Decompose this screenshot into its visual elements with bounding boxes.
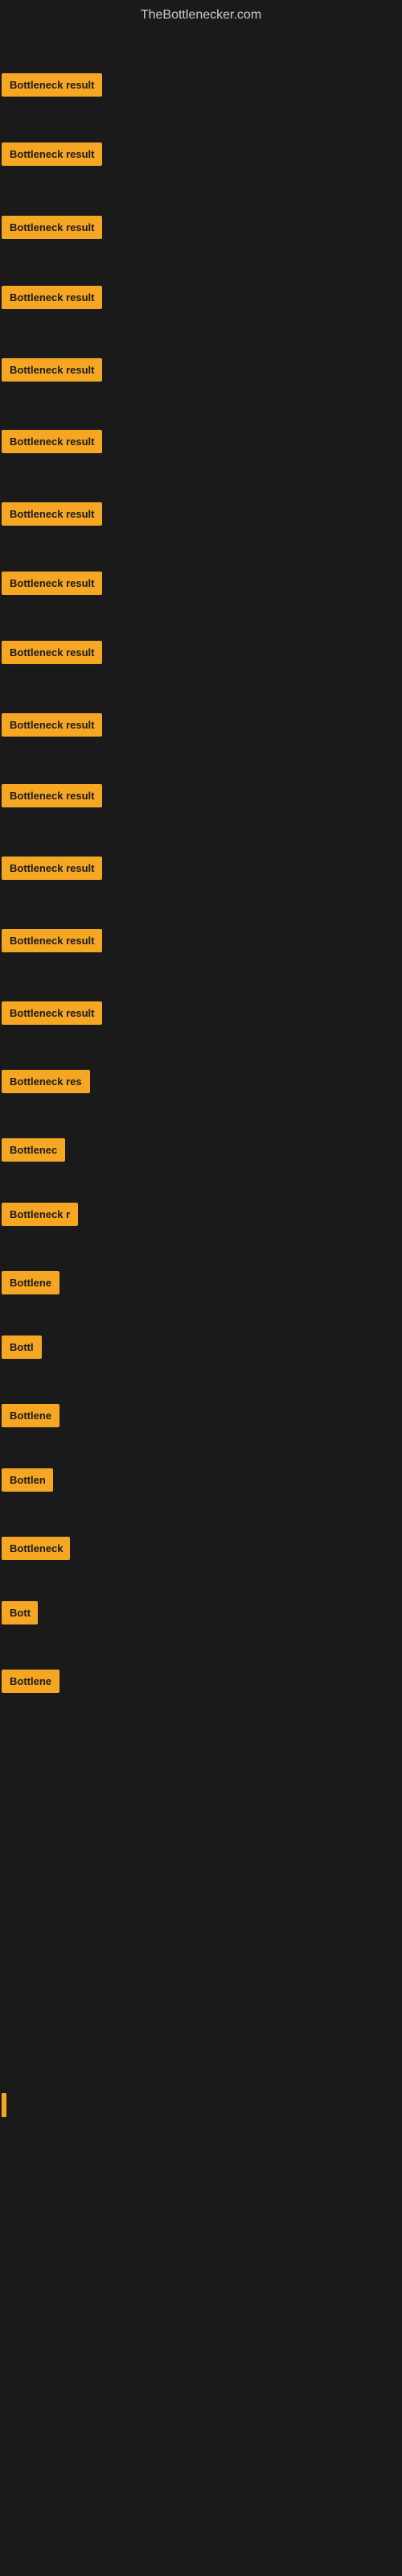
bottleneck-badge: Bottlene: [2, 1670, 59, 1693]
list-item: Bottlen: [0, 1468, 402, 1496]
list-item: Bottlene: [0, 1404, 402, 1431]
bottleneck-badge: Bottleneck result: [2, 286, 102, 309]
bottleneck-badge: Bottleneck result: [2, 430, 102, 453]
bottleneck-badge: Bottleneck result: [2, 1001, 102, 1025]
bottleneck-badge: Bottleneck result: [2, 641, 102, 664]
list-item: Bottleneck result: [0, 857, 402, 884]
list-item: Bottl: [0, 1335, 402, 1363]
list-item: Bottleneck result: [0, 784, 402, 811]
list-item: Bottleneck result: [0, 286, 402, 313]
list-item: Bottlenec: [0, 1138, 402, 1166]
bottleneck-badge: Bott: [2, 1601, 38, 1624]
bottleneck-badge: Bottleneck result: [2, 572, 102, 595]
list-item: Bottleneck result: [0, 572, 402, 599]
bottleneck-badge: Bottlene: [2, 1404, 59, 1427]
list-item: Bottleneck result: [0, 358, 402, 386]
bottleneck-badge: Bottleneck result: [2, 784, 102, 807]
bottleneck-badge: Bottlen: [2, 1468, 53, 1492]
bottleneck-badge: Bottleneck result: [2, 713, 102, 737]
list-item: Bottleneck result: [0, 73, 402, 101]
list-item: Bott: [0, 1601, 402, 1629]
list-item: Bottleneck result: [0, 216, 402, 243]
list-item: Bottleneck: [0, 1537, 402, 1564]
bottleneck-badge: Bottleneck result: [2, 73, 102, 97]
page-container: TheBottlenecker.com Bottleneck result Bot…: [0, 0, 402, 2576]
bottleneck-badge: Bottlene: [2, 1271, 59, 1294]
list-item: Bottleneck result: [0, 502, 402, 530]
bottleneck-badge: Bottleneck result: [2, 358, 102, 382]
list-item: Bottleneck res: [0, 1070, 402, 1097]
bottleneck-badge: Bottleneck result: [2, 216, 102, 239]
bottleneck-badge: Bottleneck result: [2, 929, 102, 952]
small-indicator: [2, 2093, 6, 2117]
bottleneck-badge: Bottleneck result: [2, 502, 102, 526]
list-item: Bottlene: [0, 1670, 402, 1697]
list-item: Bottleneck result: [0, 713, 402, 741]
bottleneck-badge: Bottleneck r: [2, 1203, 78, 1226]
list-item: Bottlene: [0, 1271, 402, 1298]
bottleneck-badge: Bottleneck result: [2, 142, 102, 166]
list-item: Bottleneck result: [0, 1001, 402, 1029]
bottleneck-badge: Bottlenec: [2, 1138, 65, 1162]
list-item: Bottleneck result: [0, 142, 402, 170]
bottleneck-badge: Bottl: [2, 1335, 42, 1359]
list-item: Bottleneck result: [0, 929, 402, 956]
list-item: Bottleneck result: [0, 641, 402, 668]
site-title: TheBottlenecker.com: [0, 0, 402, 27]
bottleneck-badge: Bottleneck res: [2, 1070, 90, 1093]
list-item: Bottleneck r: [0, 1203, 402, 1230]
bottleneck-badge: Bottleneck result: [2, 857, 102, 880]
list-item: Bottleneck result: [0, 430, 402, 457]
bottleneck-badge: Bottleneck: [2, 1537, 70, 1560]
